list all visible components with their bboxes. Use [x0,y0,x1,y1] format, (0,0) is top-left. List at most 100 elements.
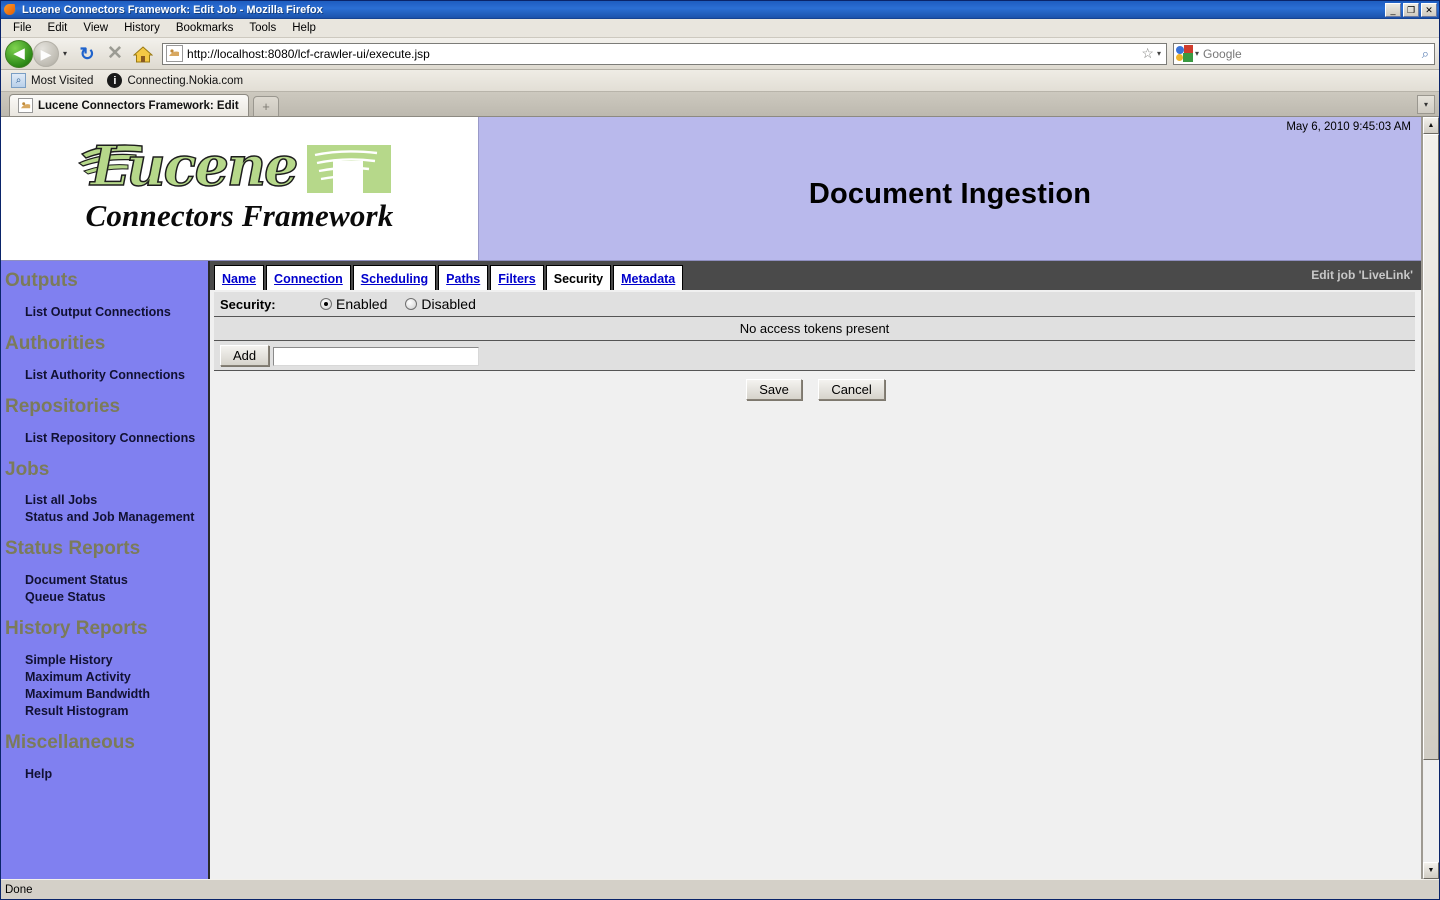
tab-connection[interactable]: Connection [266,265,351,290]
reload-icon[interactable]: ↻ [74,41,100,67]
window-title: Lucene Connectors Framework: Edit Job - … [22,4,323,16]
browser-tab-label: Lucene Connectors Framework: Edit ... [38,99,240,112]
page-favicon [166,45,184,62]
stop-icon[interactable]: ✕ [102,41,128,67]
header-timestamp: May 6, 2010 9:45:03 AM [1286,121,1411,133]
sidebar-item-help[interactable]: Help [1,766,208,783]
home-icon[interactable] [130,41,156,67]
bookmark-label: Connecting.Nokia.com [127,74,244,87]
add-token-cell: Add [214,340,1415,371]
radio-enabled-icon[interactable] [320,298,332,310]
search-icon[interactable]: ⌕ [1422,46,1434,62]
sidebar-item-maximum-activity[interactable]: Maximum Activity [1,669,208,686]
page-content: Lucene Connectors Framework May 6, 2010 … [1,117,1422,879]
search-bar[interactable]: ▾ Google ⌕ [1173,42,1435,65]
sidebar-item-queue-status[interactable]: Queue Status [1,589,208,606]
sidebar-item-document-status[interactable]: Document Status [1,572,208,589]
tab-security[interactable]: Security [545,265,612,290]
security-radio-group: Enabled Disabled [320,296,1409,312]
google-icon[interactable] [1176,45,1193,62]
sidebar-item-result-histogram[interactable]: Result Histogram [1,703,208,720]
sidebar-item-list-authority-connections[interactable]: List Authority Connections [1,367,208,384]
info-icon: i [107,73,123,88]
sidebar-item-status-and-job-management[interactable]: Status and Job Management [1,509,208,526]
tab-name[interactable]: Name [214,265,265,290]
scrollbar-track[interactable] [1423,134,1439,862]
security-table: Security: Enabled Disabled No access tok… [214,292,1415,371]
page-viewport: Lucene Connectors Framework May 6, 2010 … [1,117,1439,879]
scrollbar-thumb[interactable] [1423,134,1439,761]
bookmark-connecting-nokia[interactable]: i Connecting.Nokia.com [102,73,248,88]
add-button[interactable]: Add [220,345,270,366]
url-text[interactable]: http://localhost:8080/lcf-crawler-ui/exe… [187,47,1138,61]
no-access-tokens-message: No access tokens present [214,316,1415,341]
page-scrollbar[interactable]: ▲ ▼ [1422,117,1439,879]
edit-job-label: Edit job 'LiveLink' [1311,268,1413,282]
bookmark-star-icon[interactable]: ☆ [1138,45,1157,62]
logo-subtitle: Connectors Framework [85,197,394,233]
tab-scheduling[interactable]: Scheduling [352,265,437,290]
address-bar[interactable]: http://localhost:8080/lcf-crawler-ui/exe… [162,42,1167,65]
menu-item-file[interactable]: File [5,20,40,36]
menu-item-help[interactable]: Help [284,20,324,36]
list-all-tabs-icon[interactable]: ▾ [1417,95,1435,114]
sidebar-heading-history-reports: History Reports [5,618,148,640]
tab-favicon [18,98,33,113]
menu-item-tools[interactable]: Tools [241,20,284,36]
sidebar-heading-miscellaneous: Miscellaneous [5,732,135,754]
sidebar-heading-jobs: Jobs [5,458,50,480]
radio-disabled-icon[interactable] [405,298,418,310]
radio-disabled[interactable]: Disabled [405,296,476,312]
tab-paths[interactable]: Paths [438,265,489,290]
browser-tab-active[interactable]: Lucene Connectors Framework: Edit ... [9,94,249,116]
back-icon[interactable]: ◀ [5,39,33,68]
menu-item-edit[interactable]: Edit [40,20,76,36]
job-tab-bar: Name Connection Scheduling Paths Filters… [210,261,1421,290]
sidebar-item-simple-history[interactable]: Simple History [1,652,208,669]
table-row-add-token: Add [214,340,1415,371]
sidebar-heading-outputs: Outputs [5,270,78,291]
access-token-input[interactable] [272,346,479,366]
close-button[interactable]: ✕ [1421,3,1437,17]
url-dropdown-icon[interactable]: ▾ [1157,49,1166,58]
bookmark-most-visited[interactable]: ⌕ Most Visited [6,73,98,88]
app-header-right: May 6, 2010 9:45:03 AM Document Ingestio… [479,117,1421,260]
navigation-toolbar: ◀ ▶ ▾ ↻ ✕ http://localhost:8080/lcf-craw… [1,38,1439,70]
table-row-no-tokens: No access tokens present [214,316,1415,341]
logo-wordmark: Lucene [90,133,300,198]
forward-icon[interactable]: ▶ [33,40,59,67]
sidebar-item-list-repository-connections[interactable]: List Repository Connections [1,430,208,447]
cancel-button[interactable]: Cancel [818,379,885,400]
security-label: Security: [214,292,314,317]
status-text: Done [5,883,33,896]
search-engine-dropdown-icon[interactable]: ▾ [1195,49,1203,58]
search-input[interactable]: Google [1203,47,1422,61]
sidebar-item-list-output-connections[interactable]: List Output Connections [1,304,208,321]
security-form: Security: Enabled Disabled No access tok… [210,290,1421,879]
tab-filters[interactable]: Filters [490,265,544,290]
save-button[interactable]: Save [746,379,802,400]
restore-button[interactable]: ❐ [1403,3,1419,17]
scroll-down-icon[interactable]: ▼ [1423,862,1439,879]
firefox-window: Lucene Connectors Framework: Edit Job - … [0,0,1440,900]
app-logo: Lucene Connectors Framework [1,117,479,260]
tab-metadata[interactable]: Metadata [613,265,684,290]
history-dropdown-icon[interactable]: ▾ [61,49,72,58]
menu-item-history[interactable]: History [116,20,168,36]
sidebar-navigation: Outputs List Output Connections Authorit… [1,261,210,879]
new-tab-button[interactable]: + [253,96,279,116]
sidebar-item-maximum-bandwidth[interactable]: Maximum Bandwidth [1,686,208,703]
radio-disabled-label: Disabled [421,296,476,312]
firefox-icon [4,3,18,17]
radio-enabled[interactable]: Enabled [320,296,387,312]
sidebar-heading-repositories: Repositories [5,395,121,417]
menu-item-bookmarks[interactable]: Bookmarks [168,20,242,36]
menu-item-view[interactable]: View [75,20,116,36]
security-radio-cell: Enabled Disabled [314,292,1415,317]
scroll-up-icon[interactable]: ▲ [1423,117,1439,134]
window-titlebar: Lucene Connectors Framework: Edit Job - … [1,1,1439,19]
most-visited-icon: ⌕ [11,73,26,88]
form-actions: Save Cancel [210,371,1421,400]
minimize-button[interactable]: _ [1385,3,1401,17]
sidebar-item-list-all-jobs[interactable]: List all Jobs [1,492,208,509]
